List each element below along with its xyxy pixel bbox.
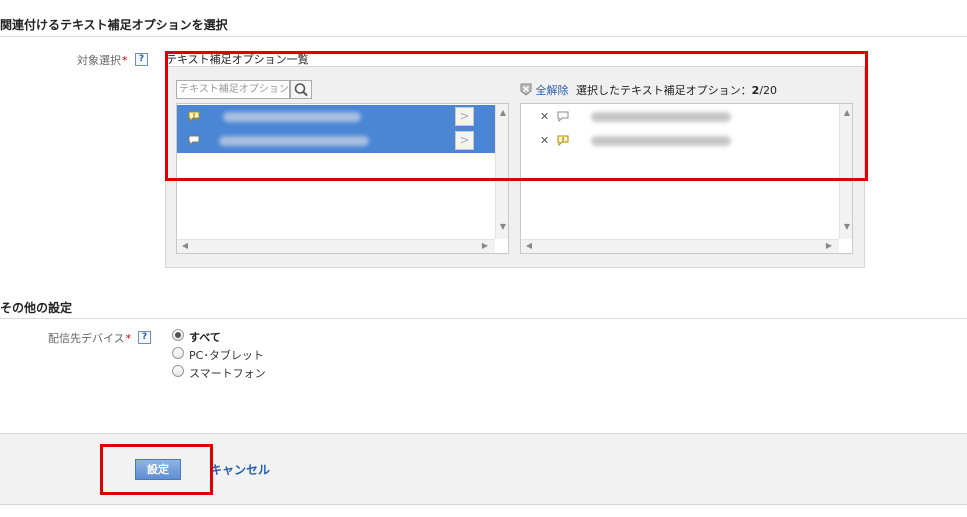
search-icon xyxy=(294,83,308,97)
scroll-right-icon[interactable]: ▶ xyxy=(823,241,835,251)
add-item-button[interactable]: > xyxy=(455,107,474,126)
scroll-left-icon[interactable]: ◀ xyxy=(179,241,191,251)
search-button[interactable] xyxy=(290,80,312,99)
option-search-input[interactable]: テキスト補足オプション xyxy=(176,80,290,99)
horizontal-scrollbar[interactable]: ◀ ▶ xyxy=(521,239,839,253)
options-list-heading: テキスト補足オプション一覧 xyxy=(166,53,309,66)
vertical-scrollbar[interactable]: ▲ ▼ xyxy=(495,104,508,239)
submit-button[interactable]: 設定 xyxy=(135,459,181,480)
list-item[interactable]: > xyxy=(177,129,495,153)
redacted-item-name xyxy=(223,112,361,122)
clear-all-icon xyxy=(520,83,532,96)
redacted-item-name xyxy=(591,136,731,146)
device-option-pc-radio[interactable] xyxy=(172,347,184,359)
redacted-item-name xyxy=(591,112,731,122)
list-item: ✕ xyxy=(521,105,839,129)
device-option-smartphone-radio[interactable] xyxy=(172,365,184,377)
help-icon[interactable]: ? xyxy=(135,53,148,66)
speech-bubble-exclaim-icon xyxy=(557,135,569,146)
device-option-pc-label[interactable]: PC･タブレット xyxy=(189,347,264,363)
redacted-item-name xyxy=(219,136,369,146)
clear-all-button[interactable]: 全解除 xyxy=(520,82,569,98)
list-item: ✕ xyxy=(521,129,839,153)
remove-item-icon[interactable]: ✕ xyxy=(540,134,549,147)
scroll-up-icon[interactable]: ▲ xyxy=(841,108,852,118)
speech-bubble-exclaim-icon xyxy=(188,111,200,122)
clear-all-label[interactable]: 全解除 xyxy=(536,84,569,97)
cancel-link[interactable]: キャンセル xyxy=(210,461,270,478)
speech-bubble-icon xyxy=(557,111,569,122)
list-item[interactable]: > xyxy=(177,105,495,129)
horizontal-scrollbar[interactable]: ◀ ▶ xyxy=(177,239,495,253)
scroll-left-icon[interactable]: ◀ xyxy=(523,241,535,251)
scroll-up-icon[interactable]: ▲ xyxy=(497,108,508,118)
device-option-all-radio[interactable] xyxy=(172,329,184,341)
selected-options-list[interactable]: ✕ ✕ ▲ ▼ ◀ ▶ xyxy=(520,103,853,254)
section-title-link-options: 関連付けるテキスト補足オプションを選択 xyxy=(0,18,228,32)
available-options-list[interactable]: > > ▲ ▼ ◀ ▶ xyxy=(176,103,509,254)
device-option-smartphone-label[interactable]: スマートフォン xyxy=(189,365,266,381)
speech-bubble-icon xyxy=(188,135,200,146)
help-icon[interactable]: ? xyxy=(138,331,151,344)
add-item-button[interactable]: > xyxy=(455,131,474,150)
section-title-other-settings: その他の設定 xyxy=(0,301,73,315)
scroll-down-icon[interactable]: ▼ xyxy=(497,222,508,232)
vertical-scrollbar[interactable]: ▲ ▼ xyxy=(839,104,852,239)
remove-item-icon[interactable]: ✕ xyxy=(540,110,549,123)
selected-count: 選択したテキスト補足オプション：2/20 xyxy=(576,84,778,97)
delivery-device-label: 配信先デバイス* xyxy=(48,332,132,345)
scroll-down-icon[interactable]: ▼ xyxy=(841,222,852,232)
device-option-all-label[interactable]: すべて xyxy=(189,329,221,345)
target-select-label: 対象選択* xyxy=(77,54,128,67)
section-divider xyxy=(0,36,967,37)
section-divider xyxy=(0,318,967,319)
scroll-right-icon[interactable]: ▶ xyxy=(479,241,491,251)
